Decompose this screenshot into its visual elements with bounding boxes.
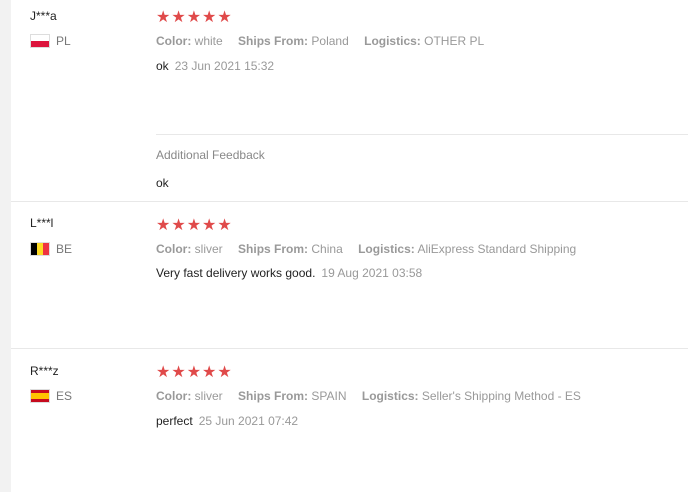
reviewer-name: R***z (30, 364, 59, 378)
review-attributes: Color: white Ships From: Poland Logistic… (156, 34, 496, 48)
flag-spain-icon (30, 389, 50, 403)
star-rating: ★★★★★ (156, 9, 233, 26)
logistics-value: AliExpress Standard Shipping (417, 242, 577, 256)
star-rating: ★★★★★ (156, 364, 233, 381)
additional-feedback-title: Additional Feedback (156, 148, 265, 162)
logistics-label: Logistics: (361, 389, 419, 403)
review-text: perfect (156, 414, 193, 428)
color-label: Color: (156, 242, 192, 256)
ships-from-label: Ships From: (238, 34, 309, 48)
review-content: ok 23 Jun 2021 15:32 (156, 59, 274, 73)
feedback-divider (156, 134, 688, 135)
review-text: Very fast delivery works good. (156, 266, 316, 280)
flag-poland-icon (30, 34, 50, 48)
additional-feedback-text: ok (156, 176, 169, 190)
ships-from-label: Ships From: (238, 242, 309, 256)
ships-from-value: China (311, 242, 343, 256)
logistics-value: Seller's Shipping Method - ES (421, 389, 581, 403)
ships-from-label: Ships From: (238, 389, 309, 403)
reviewer-name: L***l (30, 216, 54, 230)
reviewer-country: BE (30, 242, 72, 256)
ships-from-value: Poland (311, 34, 349, 48)
flag-belgium-icon (30, 242, 50, 256)
country-code: ES (56, 389, 73, 403)
review-content: perfect 25 Jun 2021 07:42 (156, 414, 298, 428)
reviewer-country: ES (30, 389, 72, 403)
review-text: ok (156, 59, 169, 73)
color-value: sliver (194, 389, 223, 403)
color-label: Color: (156, 34, 192, 48)
review-divider (11, 348, 688, 349)
review-attributes: Color: sliver Ships From: SPAIN Logistic… (156, 389, 593, 403)
reviewer-name: J***a (30, 9, 57, 23)
color-label: Color: (156, 389, 192, 403)
review-date: 23 Jun 2021 15:32 (174, 59, 275, 73)
logistics-value: OTHER PL (424, 34, 485, 48)
review-content: Very fast delivery works good. 19 Aug 202… (156, 266, 422, 280)
review-divider (11, 201, 688, 202)
color-value: sliver (194, 242, 223, 256)
review-date: 19 Aug 2021 03:58 (321, 266, 423, 280)
country-code: BE (56, 242, 73, 256)
star-rating: ★★★★★ (156, 217, 233, 234)
review-date: 25 Jun 2021 07:42 (198, 414, 299, 428)
reviewer-country: PL (30, 34, 71, 48)
reviews-panel: J***a PL ★★★★★ Color: white Ships From: … (11, 0, 688, 492)
ships-from-value: SPAIN (311, 389, 347, 403)
color-value: white (194, 34, 223, 48)
logistics-label: Logistics: (358, 242, 415, 256)
country-code: PL (56, 34, 71, 48)
logistics-label: Logistics: (364, 34, 421, 48)
review-attributes: Color: sliver Ships From: China Logistic… (156, 242, 588, 256)
